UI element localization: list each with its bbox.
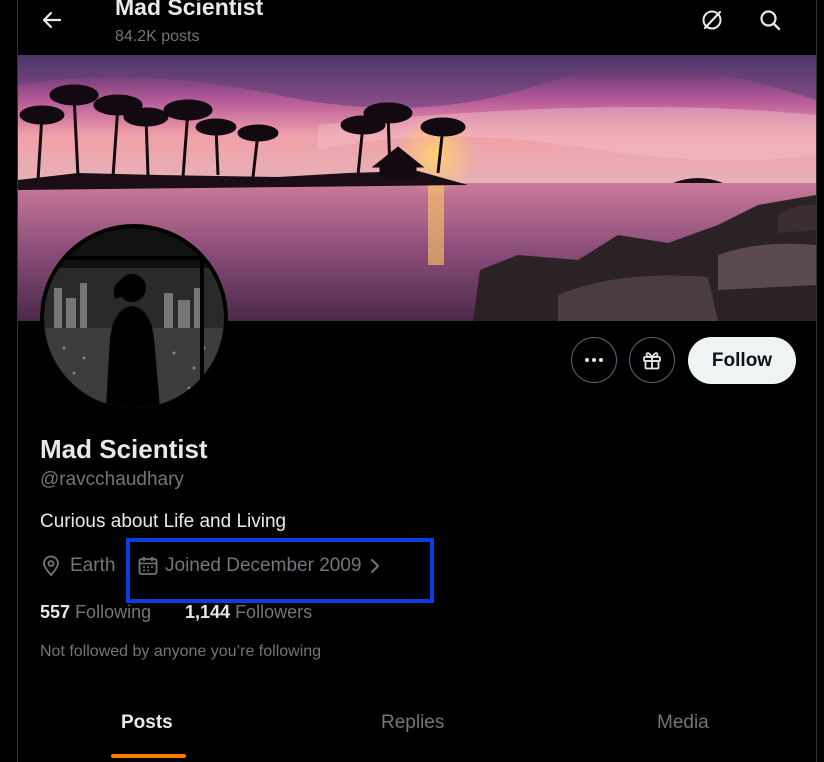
more-icon [585,358,603,362]
profile-joined-date[interactable]: Joined December 2009 [137,555,383,577]
followers-count: 1,144 [185,602,231,622]
back-button[interactable] [34,2,70,38]
following-link[interactable]: 557 Following [40,602,151,623]
frame-border-right [816,0,817,762]
avatar-image [44,228,224,408]
tab-posts[interactable]: Posts [121,712,173,734]
tab-replies[interactable]: Replies [381,712,444,734]
following-label: Following [75,602,152,622]
gift-button[interactable] [629,337,675,383]
active-tab-indicator [111,754,186,758]
followers-label: Followers [235,602,313,622]
gift-icon [643,352,661,370]
profile-name: Mad Scientist [40,434,208,464]
search-icon [760,10,781,31]
chevron-right-icon [371,559,380,573]
following-count: 557 [40,602,71,622]
arrow-left-icon [42,11,62,29]
followers-link[interactable]: 1,144 Followers [185,602,312,623]
not-followed-notice: Not followed by anyone you’re following [40,643,322,660]
calendar-icon [138,556,158,575]
joined-text: Joined December 2009 [165,555,362,576]
more-options-button[interactable] [571,337,617,383]
profile-avatar[interactable] [40,224,228,412]
grok-icon [702,10,722,30]
location-text: Earth [70,555,116,576]
follow-button[interactable]: Follow [688,337,796,384]
profile-location: Earth [40,555,115,577]
profile-handle: @ravcchaudhary [40,469,184,490]
profile-bio: Curious about Life and Living [40,511,287,532]
top-bar: Mad Scientist 84.2K posts [18,0,816,55]
search-button[interactable] [752,2,788,38]
grok-button[interactable] [694,2,730,38]
tab-media[interactable]: Media [657,712,709,734]
header-post-count: 84.2K posts [115,28,200,45]
location-pin-icon [43,555,59,577]
header-title: Mad Scientist [115,0,264,20]
